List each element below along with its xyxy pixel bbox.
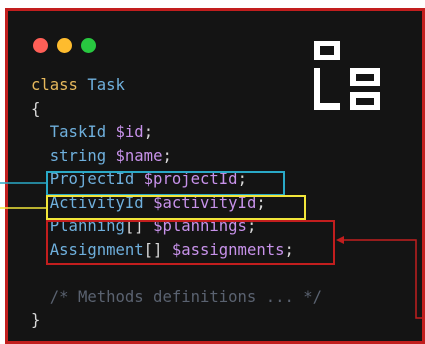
code-token: $activityId xyxy=(153,193,257,212)
code-token: Assignment xyxy=(49,240,144,259)
code-token: $plannings xyxy=(153,217,247,235)
code-token: ; xyxy=(162,146,172,165)
code-token: $id xyxy=(115,123,144,141)
code-token: class xyxy=(31,76,78,94)
code-token: $name xyxy=(115,146,163,165)
code-line: string $name; xyxy=(31,145,322,169)
code-token: ProjectId xyxy=(49,170,135,188)
minimize-dot[interactable] xyxy=(57,38,72,53)
window-controls xyxy=(33,38,96,53)
code-token: ; xyxy=(143,123,154,141)
code-token: ; xyxy=(246,217,257,235)
code-token: string xyxy=(49,146,107,165)
code-line: } xyxy=(31,309,322,333)
code-token: ; xyxy=(237,170,247,188)
maximize-dot[interactable] xyxy=(81,38,96,53)
code-token: } xyxy=(31,311,41,329)
close-dot[interactable] xyxy=(33,38,48,53)
code-token: ; xyxy=(256,193,266,212)
code-token: $projectId xyxy=(143,170,238,188)
code-line: class Task xyxy=(31,74,322,98)
code-editor: class Task{ TaskId $id; string $name; Pr… xyxy=(31,74,322,333)
code-token: ActivityId xyxy=(49,193,144,212)
code-line: Assignment[] $assignments; xyxy=(31,239,322,263)
code-line: /* Methods definitions ... */ xyxy=(31,286,322,310)
code-token: [] xyxy=(143,240,163,259)
code-token: Planning xyxy=(49,217,125,235)
code-token: [] xyxy=(124,217,144,235)
code-line: ProjectId $projectId; xyxy=(31,168,322,192)
code-line: TaskId $id; xyxy=(31,121,322,145)
code-token: /* Methods definitions ... */ xyxy=(49,287,323,306)
code-token: Task xyxy=(87,76,125,94)
code-line: Planning[] $plannings; xyxy=(31,215,322,239)
code-token: ; xyxy=(284,240,294,259)
code-line: ActivityId $activityId; xyxy=(31,192,322,216)
code-token: $assignments xyxy=(171,240,285,259)
code-line: { xyxy=(31,98,322,122)
code-token: TaskId xyxy=(49,123,107,141)
code-token: { xyxy=(31,99,41,118)
